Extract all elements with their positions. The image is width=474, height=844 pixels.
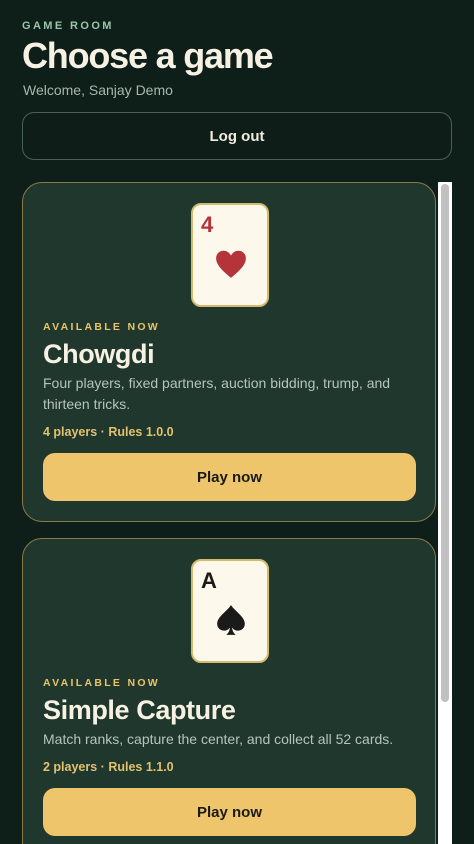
game-description: Match ranks, capture the center, and col… [43,731,394,747]
play-now-button[interactable]: Play now [43,788,416,836]
card-rank: 4 [201,212,214,237]
availability-label: AVAILABLE NOW [43,677,161,689]
logout-button[interactable]: Log out [22,112,452,160]
playing-card-preview: A [191,559,269,663]
game-meta: 4 players · Rules 1.0.0 [43,425,174,439]
heart-icon [216,250,246,278]
spade-icon [217,605,245,635]
scrollbar-thumb[interactable] [441,184,449,702]
game-meta: 2 players · Rules 1.1.0 [43,760,174,774]
game-description: Four players, fixed partners, auction bi… [43,375,391,412]
scrollbar[interactable] [438,182,452,844]
game-card-simple-capture: A AVAILABLE NOW Simple Capture Match ran… [22,538,436,844]
game-list[interactable]: 4 AVAILABLE NOW Chowgdi Four players, fi… [22,182,452,844]
welcome-text: Welcome, Sanjay Demo [23,82,173,98]
play-now-button[interactable]: Play now [43,453,416,501]
game-title: Chowgdi [43,339,155,369]
availability-label: AVAILABLE NOW [43,321,161,333]
playing-card-preview: 4 [191,203,269,307]
page-eyebrow: GAME ROOM [22,20,114,32]
card-rank: A [201,568,217,593]
game-card-chowgdi: 4 AVAILABLE NOW Chowgdi Four players, fi… [22,182,436,522]
game-title: Simple Capture [43,695,236,725]
page-title: Choose a game [22,35,274,76]
